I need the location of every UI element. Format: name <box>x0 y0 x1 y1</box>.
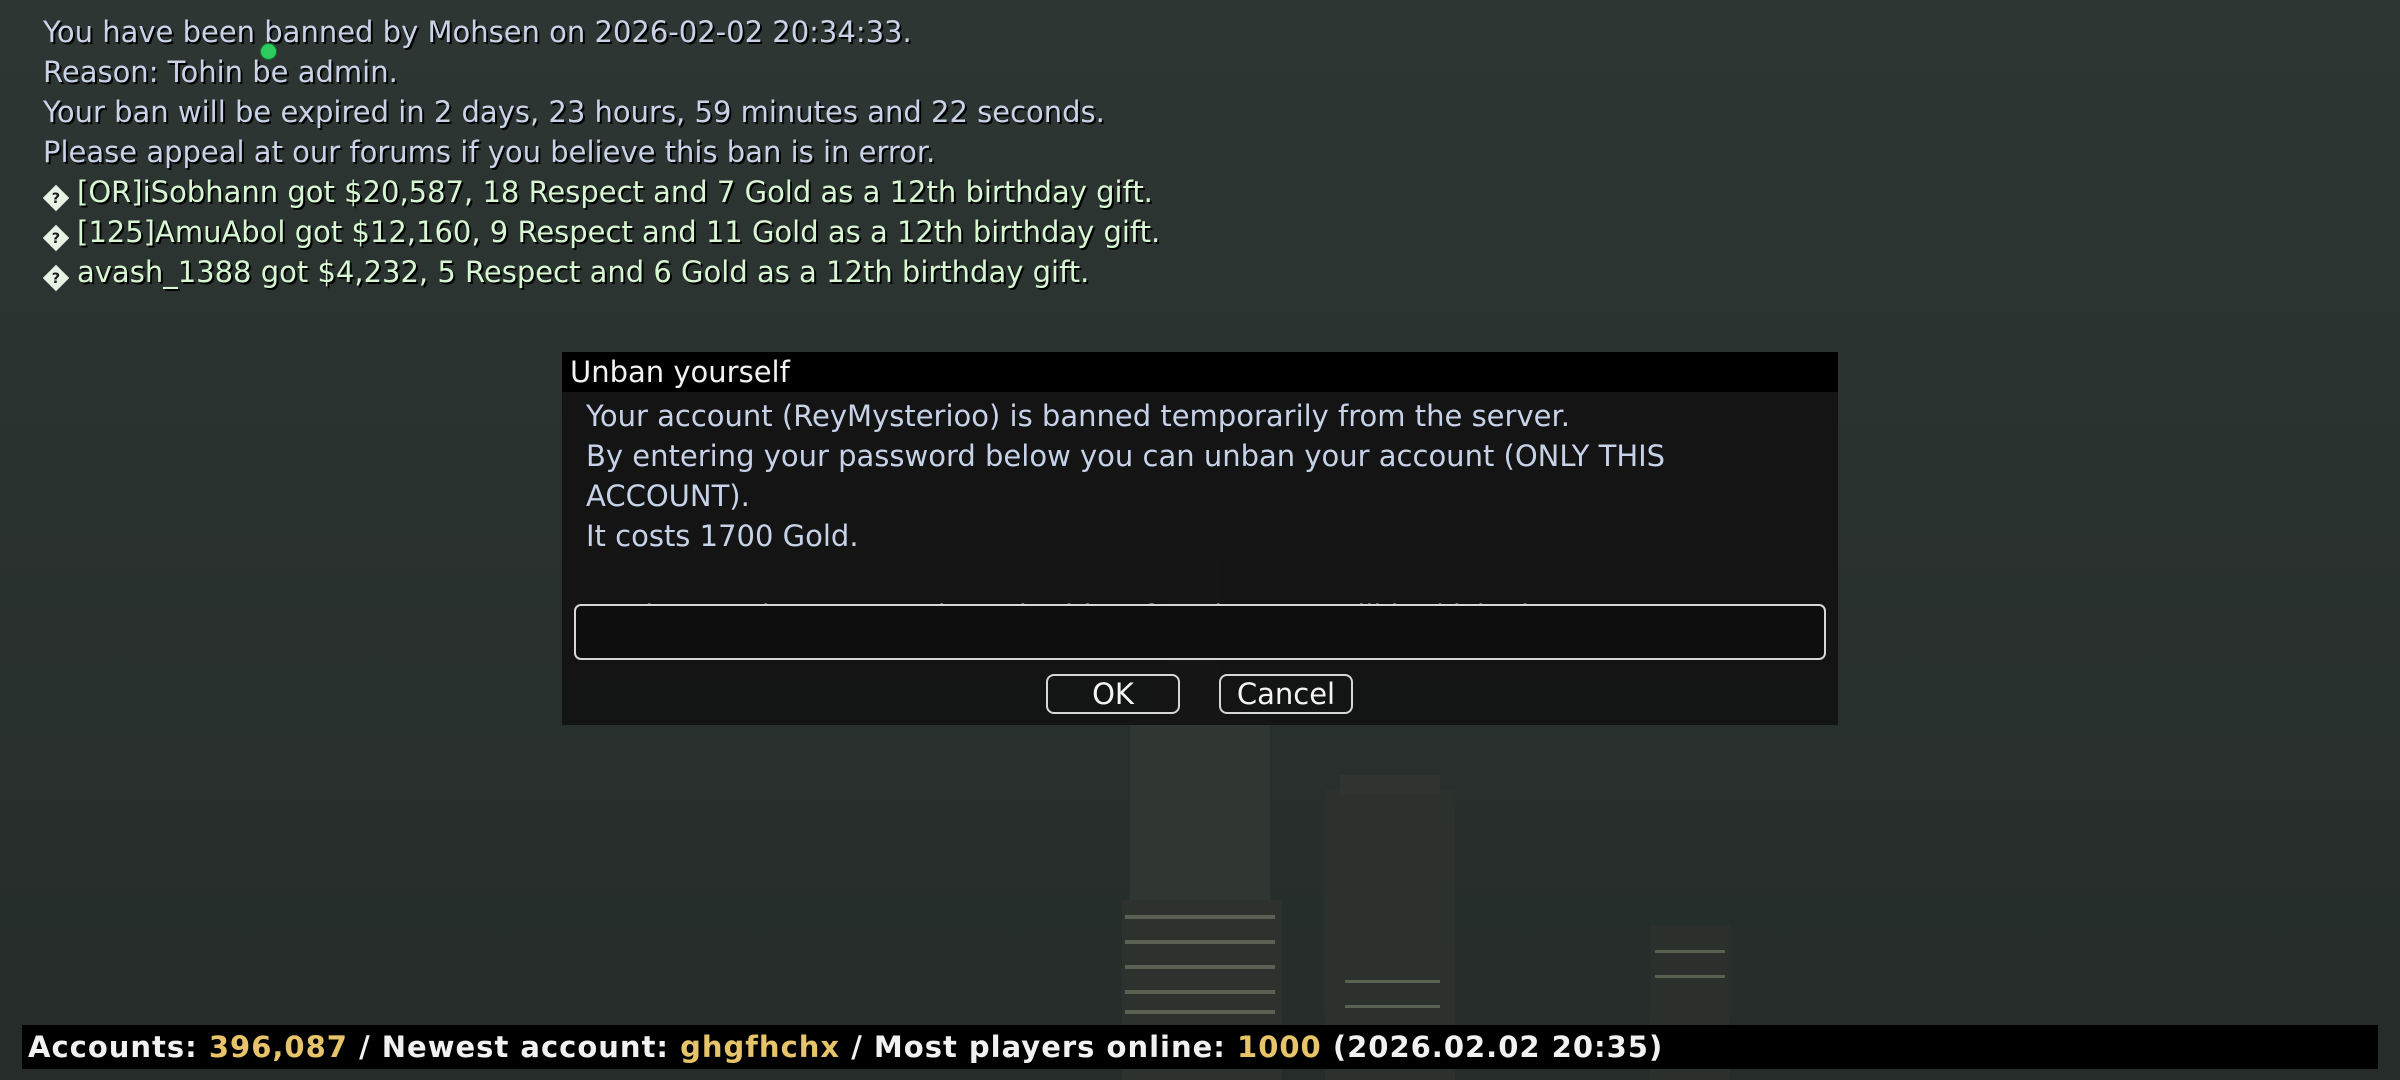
unknown-glyph-icon: ? <box>42 224 70 252</box>
mouse-cursor <box>260 43 277 60</box>
chat-gift-line: ? [OR]iSobhann got $20,587, 18 Respect an… <box>42 172 1160 212</box>
chat-gift-text: [OR]iSobhann got $20,587, 18 Respect and… <box>77 175 1153 209</box>
most-players-date: (2026.02.02 20:35) <box>1332 1030 1664 1064</box>
newest-account-label: Newest account: <box>381 1030 670 1064</box>
most-players-label: Most players online: <box>873 1030 1226 1064</box>
dialog-line-account: Your account (ReyMysterioo) is banned te… <box>586 399 1570 433</box>
chat-gift-text: [125]AmuAbol got $12,160, 9 Respect and … <box>77 215 1161 249</box>
separator: / <box>851 1030 863 1064</box>
chat-ban-line: You have been banned by Mohsen on 2026-0… <box>43 15 912 49</box>
chat-log: You have been banned by Mohsen on 2026-0… <box>42 12 1161 292</box>
dialog-message: Your account (ReyMysterioo) is banned te… <box>562 392 1838 636</box>
ok-button[interactable]: OK <box>1046 674 1180 714</box>
dialog-line-cost: It costs 1700 Gold. <box>586 519 859 553</box>
unknown-glyph-icon: ? <box>42 264 70 292</box>
chat-gift-line: ? avash_1388 got $4,232, 5 Respect and 6 … <box>42 252 1160 292</box>
chat-ban-appeal-line: Please appeal at our forums if you belie… <box>43 135 936 169</box>
chat-gift-text: avash_1388 got $4,232, 5 Respect and 6 G… <box>77 255 1090 289</box>
chat-ban-expiry-line: Your ban will be expired in 2 days, 23 h… <box>43 95 1105 129</box>
unknown-glyph-icon: ? <box>42 184 70 212</box>
cancel-button[interactable]: Cancel <box>1219 674 1353 714</box>
accounts-value: 396,087 <box>208 1030 348 1064</box>
separator: / <box>359 1030 371 1064</box>
server-stats-bar: Accounts: 396,087 / Newest account: ghgf… <box>22 1025 2378 1069</box>
dialog-line-instructions: By entering your password below you can … <box>586 439 1666 513</box>
dialog-title: Unban yourself <box>562 352 1838 392</box>
chat-ban-reason-line: Reason: Tohin be admin. <box>43 55 398 89</box>
most-players-value: 1000 <box>1237 1030 1322 1064</box>
newest-account-value: ghgfhchx <box>680 1030 841 1064</box>
dialog-line-blank <box>586 556 1838 596</box>
unban-dialog: Unban yourself Your account (ReyMysterio… <box>562 352 1838 725</box>
password-input[interactable] <box>574 604 1826 660</box>
accounts-label: Accounts: <box>28 1030 198 1064</box>
chat-gift-line: ? [125]AmuAbol got $12,160, 9 Respect and… <box>42 212 1161 252</box>
